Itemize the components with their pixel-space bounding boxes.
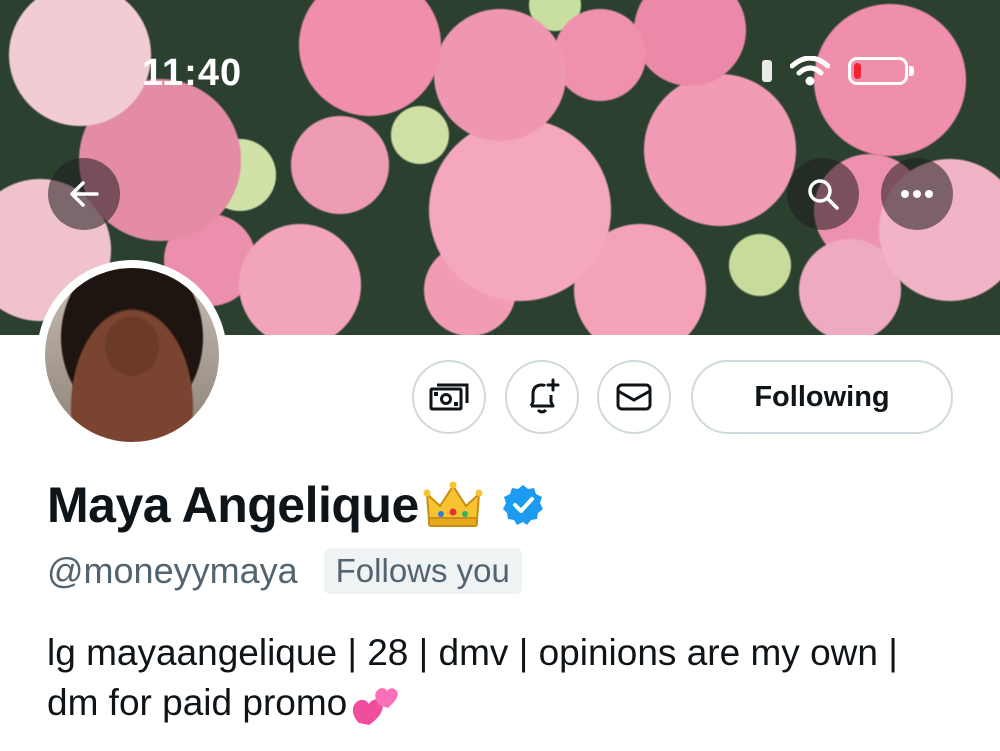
arrow-left-icon <box>70 181 99 207</box>
status-icons <box>762 56 914 86</box>
message-button[interactable] <box>597 360 671 434</box>
money-tip-icon <box>429 383 469 411</box>
follows-you-badge: Follows you <box>323 548 522 594</box>
two-hearts-emoji <box>353 688 398 726</box>
handle-row: @moneyymaya Follows you <box>47 548 522 594</box>
back-button[interactable] <box>48 158 120 230</box>
crown-emoji <box>423 481 483 527</box>
wifi-icon <box>790 56 830 86</box>
avatar-image <box>45 268 219 442</box>
notify-button[interactable] <box>505 360 579 434</box>
more-horizontal-icon <box>901 190 933 198</box>
verified-badge-icon <box>502 485 543 525</box>
search-button[interactable] <box>787 158 859 230</box>
battery-level <box>854 63 861 79</box>
status-time: 11:40 <box>142 52 243 94</box>
tip-button[interactable] <box>412 360 486 434</box>
following-button[interactable]: Following <box>691 360 953 434</box>
signal-icon <box>762 60 772 82</box>
display-name: Maya Angelique <box>47 477 419 533</box>
more-button[interactable] <box>881 158 953 230</box>
user-handle: @moneyymaya <box>47 550 298 591</box>
bell-plus-icon <box>529 378 560 414</box>
search-icon <box>808 179 839 210</box>
bio-text: lg mayaangelique | 28 | dmv | opinions a… <box>47 632 898 723</box>
envelope-icon <box>616 383 652 411</box>
profile-avatar[interactable] <box>37 260 227 450</box>
name-row: Maya Angelique <box>47 476 545 534</box>
profile-bio: lg mayaangelique | 28 | dmv | opinions a… <box>47 628 947 728</box>
battery-icon <box>848 57 914 85</box>
